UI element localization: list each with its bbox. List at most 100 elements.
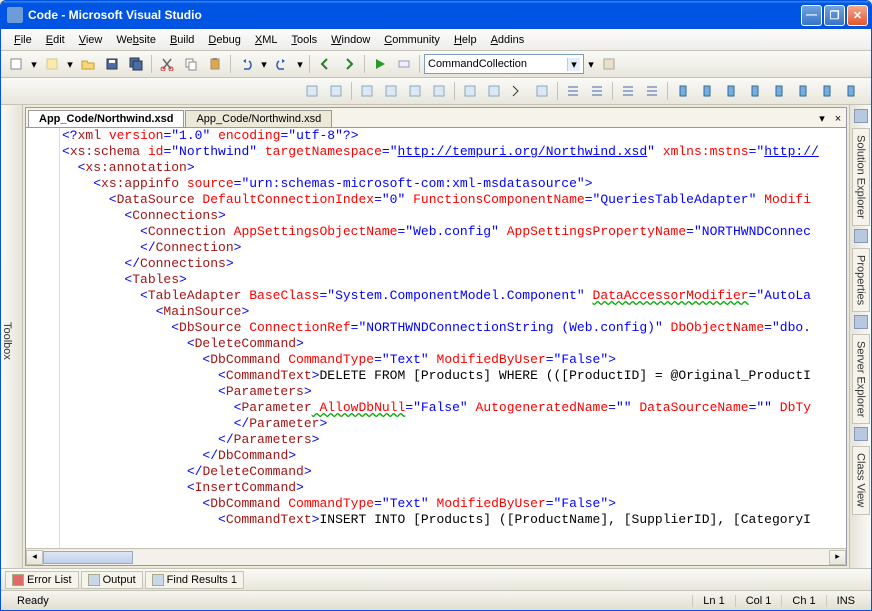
start-debug-button[interactable] xyxy=(369,53,391,75)
menu-xml[interactable]: XML xyxy=(248,32,285,48)
tab-northwind-active[interactable]: App_Code/Northwind.xsd xyxy=(28,110,184,127)
separator xyxy=(612,82,613,100)
scroll-right-button[interactable]: ▸ xyxy=(829,550,846,565)
undo-button[interactable] xyxy=(235,53,257,75)
tab-list-dropdown[interactable]: ▾ xyxy=(814,110,830,127)
statusbar: Ready Ln 1 Col 1 Ch 1 INS xyxy=(1,590,871,610)
tab-label: Server Explorer xyxy=(855,341,867,417)
output-icon xyxy=(88,574,100,586)
menu-addins[interactable]: Addins xyxy=(484,32,532,48)
titlebar: Code - Microsoft Visual Studio — ❐ ✕ xyxy=(1,1,871,29)
close-button[interactable]: ✕ xyxy=(847,5,868,26)
copy-button[interactable] xyxy=(180,53,202,75)
bookmark-clear[interactable] xyxy=(744,80,766,102)
new-project-button[interactable] xyxy=(5,53,27,75)
bookmark-tool-8[interactable] xyxy=(840,80,862,102)
menu-build[interactable]: Build xyxy=(163,32,201,48)
new-project-dropdown[interactable]: ▾ xyxy=(29,53,39,75)
nav-forward-button[interactable] xyxy=(338,53,360,75)
undo-dropdown[interactable]: ▾ xyxy=(259,53,269,75)
server-explorer-tab[interactable]: Server Explorer xyxy=(852,334,870,424)
xml-tool-1[interactable] xyxy=(301,80,323,102)
xml-tool-10[interactable] xyxy=(531,80,553,102)
separator xyxy=(419,55,420,73)
xml-tool-6[interactable] xyxy=(428,80,450,102)
menu-community[interactable]: Community xyxy=(377,32,447,48)
bookmark-tool-7[interactable] xyxy=(816,80,838,102)
menu-view[interactable]: View xyxy=(72,32,110,48)
xml-tool-3[interactable] xyxy=(356,80,378,102)
menu-debug[interactable]: Debug xyxy=(201,32,247,48)
menu-edit[interactable]: Edit xyxy=(39,32,72,48)
maximize-button[interactable]: ❐ xyxy=(824,5,845,26)
xml-tool-4[interactable] xyxy=(380,80,402,102)
save-all-button[interactable] xyxy=(125,53,147,75)
status-ins: INS xyxy=(826,595,865,607)
toolbox-tab[interactable]: Toolbox xyxy=(1,105,23,568)
xml-tool-2[interactable] xyxy=(325,80,347,102)
output-tab[interactable]: Output xyxy=(81,571,143,589)
redo-dropdown[interactable]: ▾ xyxy=(295,53,305,75)
outline-gutter[interactable] xyxy=(26,128,60,548)
outdent-button[interactable] xyxy=(586,80,608,102)
separator xyxy=(454,82,455,100)
class-view-tab[interactable]: Class View xyxy=(852,446,870,514)
xml-tool-8[interactable] xyxy=(483,80,505,102)
cut-button[interactable] xyxy=(156,53,178,75)
options-button[interactable] xyxy=(598,53,620,75)
debug-config-dropdown[interactable] xyxy=(393,53,415,75)
xml-tool-9[interactable] xyxy=(507,80,529,102)
comment-button[interactable] xyxy=(617,80,639,102)
find-dropdown[interactable]: ▾ xyxy=(586,53,596,75)
bookmark-tool-5[interactable] xyxy=(768,80,790,102)
standard-toolbar: ▾ ▾ ▾ ▾ CommandCollection ▾ ▾ xyxy=(1,51,871,78)
error-list-tab[interactable]: Error List xyxy=(5,571,79,589)
horizontal-scrollbar[interactable]: ◂ ▸ xyxy=(26,548,846,565)
tab-close-button[interactable]: × xyxy=(830,111,846,127)
minimize-button[interactable]: — xyxy=(801,5,822,26)
properties-tab[interactable]: Properties xyxy=(852,248,870,312)
solution-explorer-tab[interactable]: Solution Explorer xyxy=(852,128,870,226)
uncomment-button[interactable] xyxy=(641,80,663,102)
bookmark-button[interactable] xyxy=(672,80,694,102)
menu-website[interactable]: Website xyxy=(109,32,163,48)
find-combo-value: CommandCollection xyxy=(428,58,527,70)
document-tabstrip: App_Code/Northwind.xsd App_Code/Northwin… xyxy=(26,108,846,128)
bookmark-tool-6[interactable] xyxy=(792,80,814,102)
code-text[interactable]: <?xml version="1.0" encoding="utf-8"?> <… xyxy=(60,128,846,548)
menu-help[interactable]: Help xyxy=(447,32,484,48)
paste-button[interactable] xyxy=(204,53,226,75)
scroll-left-button[interactable]: ◂ xyxy=(26,550,43,565)
tab-label: Find Results 1 xyxy=(167,574,237,586)
find-combo[interactable]: CommandCollection ▾ xyxy=(424,54,584,74)
bookmark-prev[interactable] xyxy=(696,80,718,102)
redo-button[interactable] xyxy=(271,53,293,75)
separator xyxy=(309,55,310,73)
menu-tools[interactable]: Tools xyxy=(284,32,324,48)
find-results-tab[interactable]: Find Results 1 xyxy=(145,571,244,589)
tab-label: Output xyxy=(103,574,136,586)
scroll-thumb[interactable] xyxy=(43,551,133,564)
menu-window[interactable]: Window xyxy=(324,32,377,48)
open-button[interactable] xyxy=(77,53,99,75)
bottom-tool-tabs: Error List Output Find Results 1 xyxy=(1,568,871,590)
separator xyxy=(351,82,352,100)
indent-button[interactable] xyxy=(562,80,584,102)
bookmark-next[interactable] xyxy=(720,80,742,102)
save-button[interactable] xyxy=(101,53,123,75)
xml-tool-5[interactable] xyxy=(404,80,426,102)
add-item-dropdown[interactable]: ▾ xyxy=(65,53,75,75)
separator xyxy=(151,55,152,73)
xml-tool-7[interactable] xyxy=(459,80,481,102)
menu-file[interactable]: File xyxy=(7,32,39,48)
code-editor[interactable]: <?xml version="1.0" encoding="utf-8"?> <… xyxy=(26,128,846,548)
add-item-button[interactable] xyxy=(41,53,63,75)
tab-northwind-other[interactable]: App_Code/Northwind.xsd xyxy=(185,110,332,127)
toolbox-label: Toolbox xyxy=(1,322,13,360)
nav-back-button[interactable] xyxy=(314,53,336,75)
main-window: Code - Microsoft Visual Studio — ❐ ✕ Fil… xyxy=(0,0,872,611)
error-list-icon xyxy=(12,574,24,586)
class-view-icon xyxy=(854,427,868,441)
scroll-track[interactable] xyxy=(43,550,829,565)
dropdown-icon[interactable]: ▾ xyxy=(567,58,580,71)
